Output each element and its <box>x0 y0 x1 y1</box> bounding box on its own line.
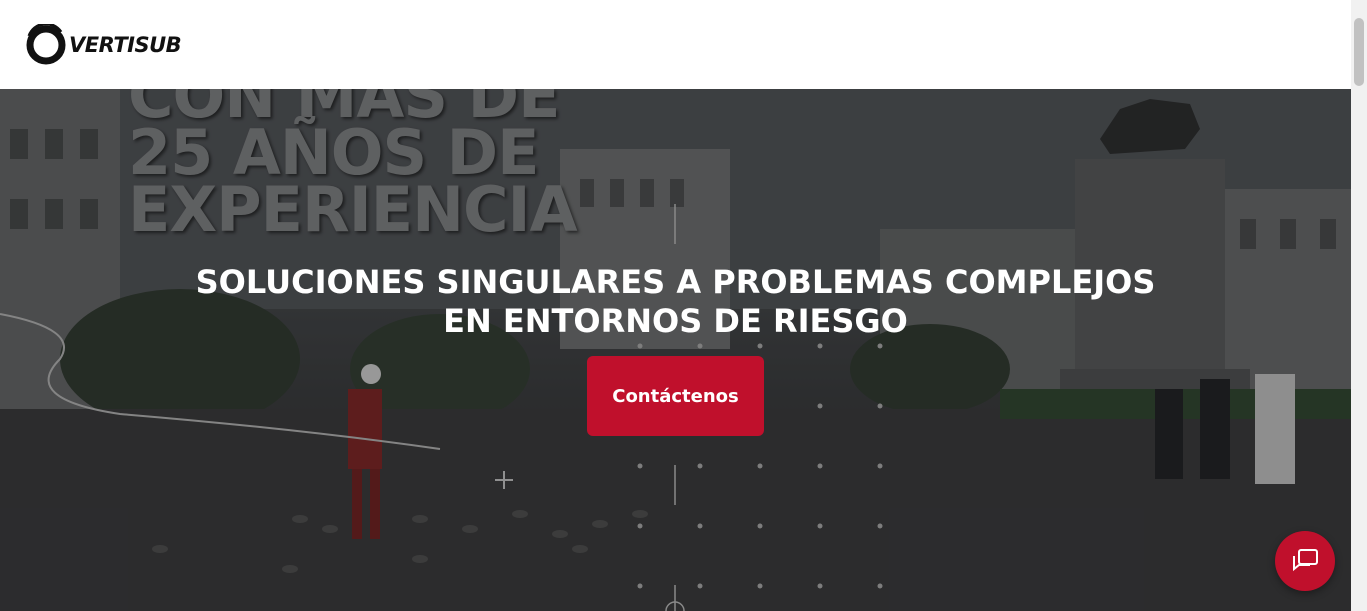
chat-icon <box>1293 549 1318 572</box>
hero-section: CON MÁS DE 25 AÑOS DE EXPERIENCIA SOLUCI… <box>0 89 1351 611</box>
hero-content: SOLUCIONES SINGULARES A PROBLEMAS COMPLE… <box>0 263 1351 341</box>
chat-button[interactable] <box>1275 531 1335 591</box>
logo-mark-icon <box>26 23 66 64</box>
contact-button[interactable]: Contáctenos <box>587 356 764 436</box>
logo-text: VERTISUB <box>69 32 182 57</box>
site-header: VERTISUB <box>0 0 1351 89</box>
hero-title: SOLUCIONES SINGULARES A PROBLEMAS COMPLE… <box>195 263 1156 340</box>
vertisub-logo[interactable]: VERTISUB <box>25 23 182 66</box>
hero-overlay <box>0 89 1351 611</box>
page-scrollbar[interactable] <box>1351 0 1367 611</box>
scrollbar-thumb[interactable] <box>1354 18 1364 86</box>
